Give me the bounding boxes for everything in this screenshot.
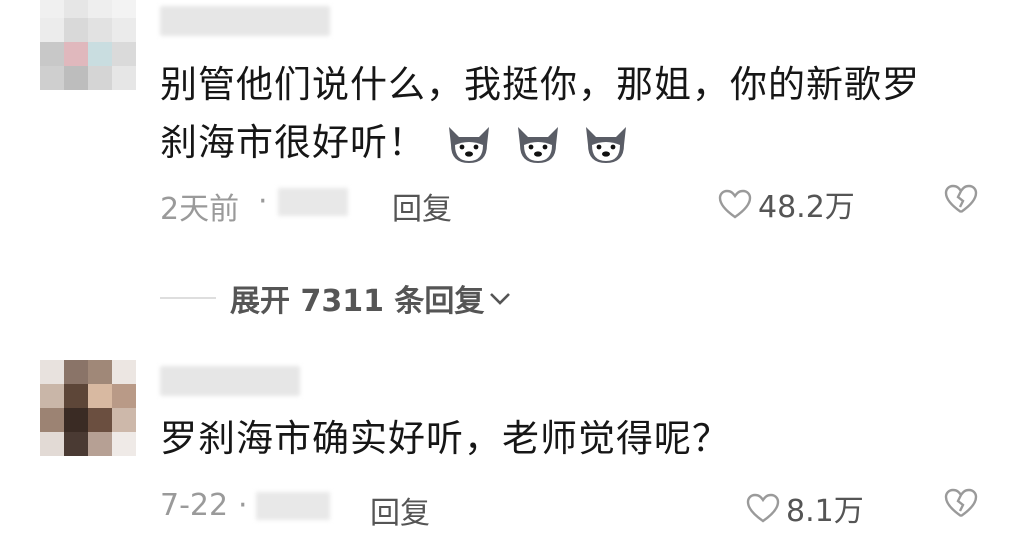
like-button[interactable]: 8.1万 [746,486,864,530]
reply-button[interactable]: 回复 [370,488,430,532]
dislike-button[interactable] [944,488,978,526]
like-count: 8.1万 [786,494,864,529]
broken-heart-icon [944,488,978,517]
comment-text: 罗刹海市确实好听，老师觉得呢？ [160,417,730,460]
comment-item: 罗刹海市确实好听，老师觉得呢？ 7-22 · 回复 8.1万 [0,0,1024,534]
comment-time: 7-22 [160,488,229,523]
username-blurred[interactable] [160,366,300,396]
avatar[interactable] [40,360,136,456]
location-blurred [256,492,330,520]
heart-outline-icon [746,493,780,523]
meta-separator: · [238,488,248,523]
comment-meta: 7-22 · 回复 8.1万 [160,484,980,531]
